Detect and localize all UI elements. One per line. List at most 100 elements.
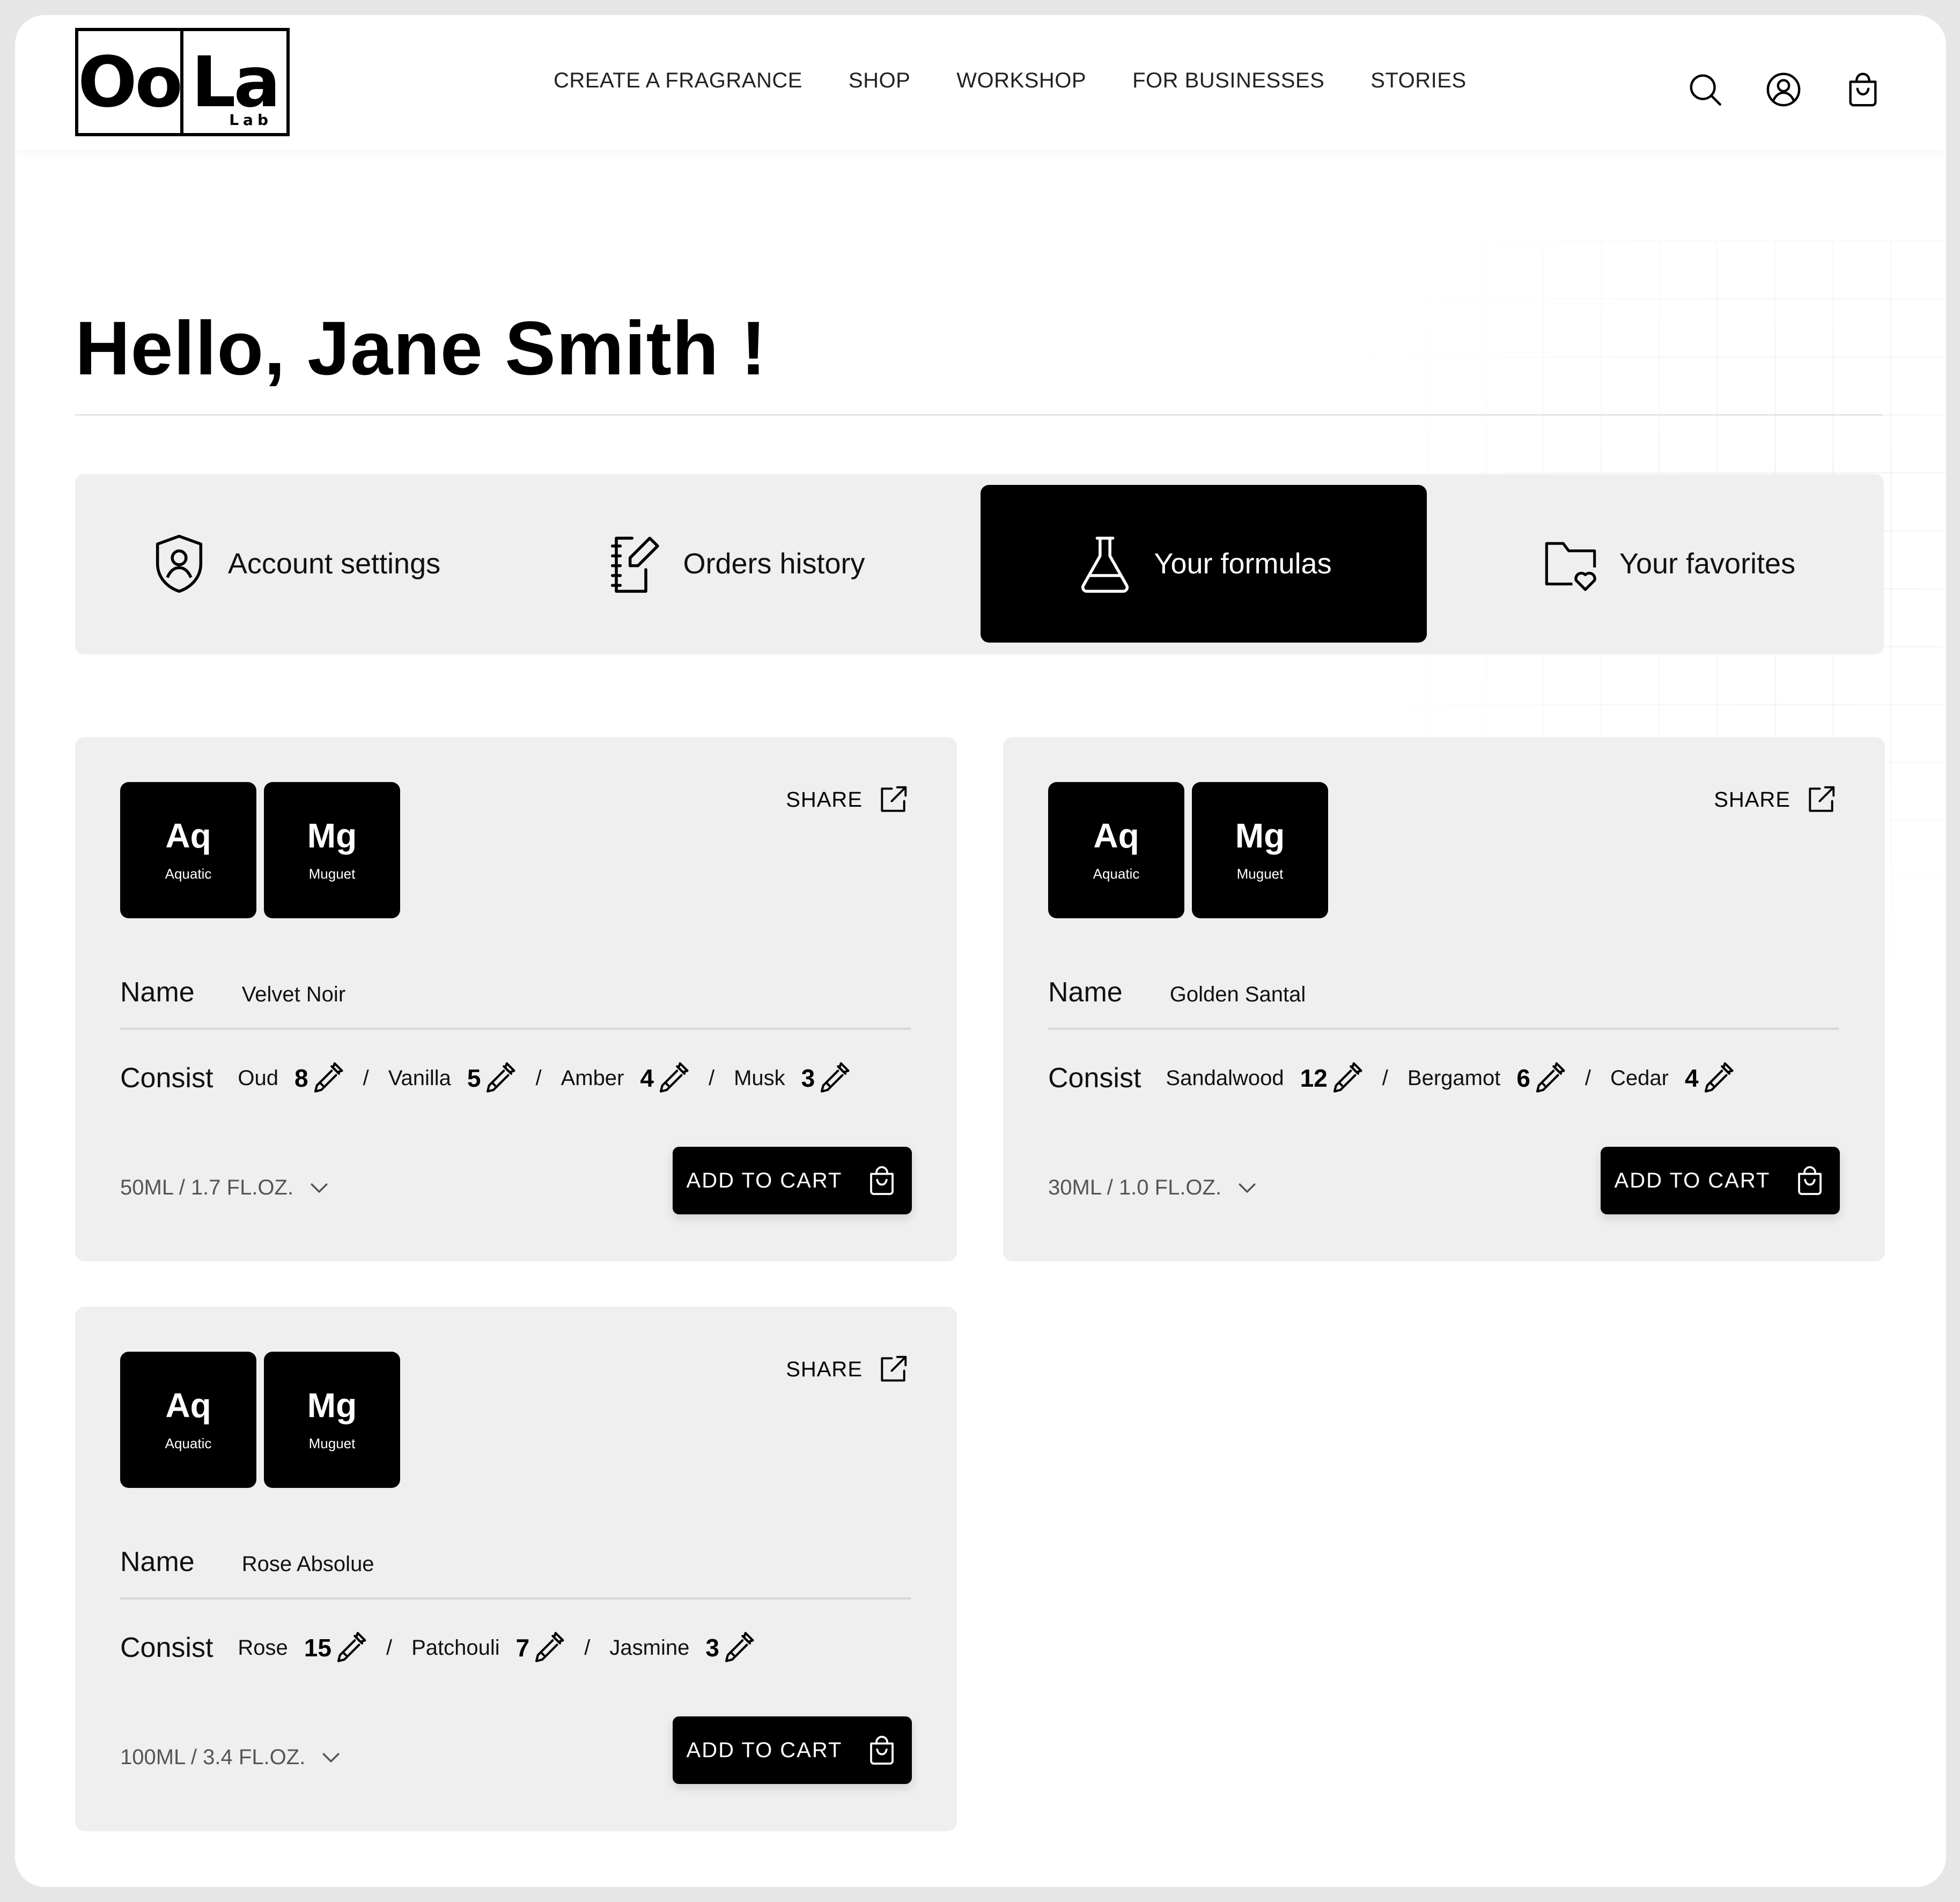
note-symbol: Aq [165, 816, 211, 855]
formula-card: Aq Aquatic Mg Muguet SHARE Name Golden S… [1003, 737, 1885, 1262]
tab-your-formulas[interactable]: Your formulas [981, 485, 1427, 643]
chevron-down-icon [311, 1183, 328, 1193]
name-label: Name [1048, 977, 1123, 1008]
ingredient: Sandalwood 12 [1166, 1060, 1364, 1096]
site-header: Oo La Lab CREATE A FRAGRANCE SHOP WORKSH… [15, 15, 1946, 150]
dropper-icon [487, 1062, 515, 1093]
share-button[interactable]: SHARE [1714, 783, 1838, 816]
card-divider [1048, 1028, 1839, 1030]
formula-name-row: Name Velvet Noir [120, 976, 345, 1008]
tab-your-formulas-label: Your formulas [1154, 548, 1332, 580]
share-button[interactable]: SHARE [786, 783, 910, 816]
size-value: 100ML / 3.4 FL.OZ. [120, 1745, 306, 1769]
folder-heart-icon [1545, 542, 1596, 591]
note-name: Aquatic [1093, 865, 1140, 882]
note-tile: Mg Muguet [264, 1352, 400, 1488]
ingredient: Vanilla 5 [388, 1060, 518, 1096]
search-icon[interactable] [1686, 71, 1724, 108]
note-symbol: Mg [307, 1385, 357, 1425]
dropper-icon [1704, 1062, 1734, 1093]
ingredient-name: Amber [561, 1066, 624, 1090]
share-label: SHARE [1714, 787, 1790, 812]
dropper-icon [1536, 1062, 1565, 1093]
add-to-cart-button[interactable]: ADD TO CART [673, 1147, 912, 1214]
ingredient-name: Patchouli [411, 1635, 500, 1660]
add-to-cart-button[interactable]: ADD TO CART [1601, 1147, 1840, 1214]
tab-account-settings[interactable]: Account settings [107, 485, 483, 643]
dropper-icon [314, 1062, 343, 1093]
ingredient: Cedar 4 [1610, 1060, 1735, 1096]
note-name: Muguet [308, 865, 356, 882]
size-value: 50ML / 1.7 FL.OZ. [120, 1176, 294, 1199]
size-select[interactable]: 100ML / 3.4 FL.OZ. [120, 1745, 343, 1770]
ingredient-qty: 5 [467, 1064, 481, 1092]
account-tabs: Account settings Orders history Your for… [75, 474, 1884, 654]
add-to-cart-button[interactable]: ADD TO CART [673, 1716, 912, 1784]
formula-name: Golden Santal [1169, 983, 1306, 1006]
ingredient-separator: / [386, 1635, 393, 1660]
ingredient-separator: / [1382, 1066, 1388, 1090]
cart-icon [870, 1736, 894, 1765]
consist-label: Consist [120, 1063, 213, 1094]
ingredient-separator: / [708, 1066, 715, 1090]
nav-for-businesses[interactable]: FOR BUSINESSES [1132, 64, 1324, 97]
note-name: Aquatic [165, 1435, 212, 1451]
tab-orders-history-label: Orders history [683, 548, 865, 580]
tab-your-favorites-label: Your favorites [1619, 548, 1796, 580]
ingredient-name: Sandalwood [1166, 1066, 1284, 1090]
tab-your-favorites[interactable]: Your favorites [1480, 485, 1856, 643]
note-tile: Mg Muguet [1192, 782, 1328, 918]
title-divider [75, 414, 1883, 416]
consist-label: Consist [120, 1632, 213, 1663]
user-icon[interactable] [1765, 71, 1802, 108]
ingredient: Jasmine 3 [609, 1630, 756, 1665]
consist-row: Consist Sandalwood 12 / Bergamot 6 / Ced… [1048, 1057, 1735, 1100]
ingredient-separator: / [1585, 1066, 1591, 1090]
size-select[interactable]: 50ML / 1.7 FL.OZ. [120, 1176, 331, 1200]
formula-card: Aq Aquatic Mg Muguet SHARE Name Velvet N… [75, 737, 957, 1262]
nav-workshop[interactable]: WORKSHOP [956, 64, 1086, 97]
nav-create-fragrance[interactable]: CREATE A FRAGRANCE [554, 64, 802, 97]
ingredient-separator: / [363, 1066, 369, 1090]
note-symbol: Aq [165, 1385, 211, 1425]
formula-name-row: Name Rose Absolue [120, 1546, 374, 1578]
brand-logo[interactable]: Oo La Lab [75, 28, 290, 136]
ingredient-name: Musk [734, 1066, 785, 1090]
ingredient: Bergamot 6 [1408, 1060, 1567, 1096]
ingredient-qty: 3 [801, 1064, 815, 1092]
add-to-cart-label: ADD TO CART [1614, 1168, 1771, 1192]
page-title: Hello, Jane Smith ! [75, 306, 767, 391]
logo-right: La Lab [183, 31, 286, 133]
cart-icon [870, 1166, 894, 1195]
ingredient-qty: 6 [1516, 1064, 1530, 1092]
ingredient-qty: 15 [304, 1634, 331, 1662]
dropper-icon [659, 1062, 689, 1093]
ingredient-separator: / [584, 1635, 591, 1660]
tab-account-settings-label: Account settings [227, 548, 441, 580]
ingredient-qty: 12 [1300, 1064, 1328, 1092]
logo-sub: Lab [229, 111, 272, 129]
notebook-pen-icon [611, 536, 660, 593]
dropper-icon [535, 1632, 564, 1662]
share-label: SHARE [786, 787, 863, 812]
formula-name-row: Name Golden Santal [1048, 976, 1306, 1008]
cart-icon[interactable] [1844, 71, 1882, 108]
nav-shop[interactable]: SHOP [849, 64, 910, 97]
ingredient-name: Vanilla [388, 1066, 451, 1090]
size-select[interactable]: 30ML / 1.0 FL.OZ. [1048, 1176, 1259, 1200]
dropper-icon [1333, 1062, 1362, 1093]
tab-orders-history[interactable]: Orders history [547, 485, 923, 643]
ingredient: Rose 15 [238, 1630, 368, 1665]
chevron-down-icon [1239, 1183, 1256, 1193]
app-window: Oo La Lab CREATE A FRAGRANCE SHOP WORKSH… [15, 15, 1946, 1887]
nav-stories[interactable]: STORIES [1370, 64, 1466, 97]
share-icon [881, 786, 907, 812]
formula-card: Aq Aquatic Mg Muguet SHARE Name Rose Abs… [75, 1307, 957, 1831]
share-icon [1809, 786, 1835, 812]
share-button[interactable]: SHARE [786, 1353, 910, 1386]
note-symbol: Aq [1093, 816, 1139, 855]
cart-icon [1798, 1166, 1822, 1195]
note-tile: Aq Aquatic [120, 1352, 256, 1488]
consist-row: Consist Oud 8 / Vanilla 5 / Amber 4 / Mu… [120, 1057, 851, 1100]
note-name: Muguet [1236, 865, 1284, 882]
